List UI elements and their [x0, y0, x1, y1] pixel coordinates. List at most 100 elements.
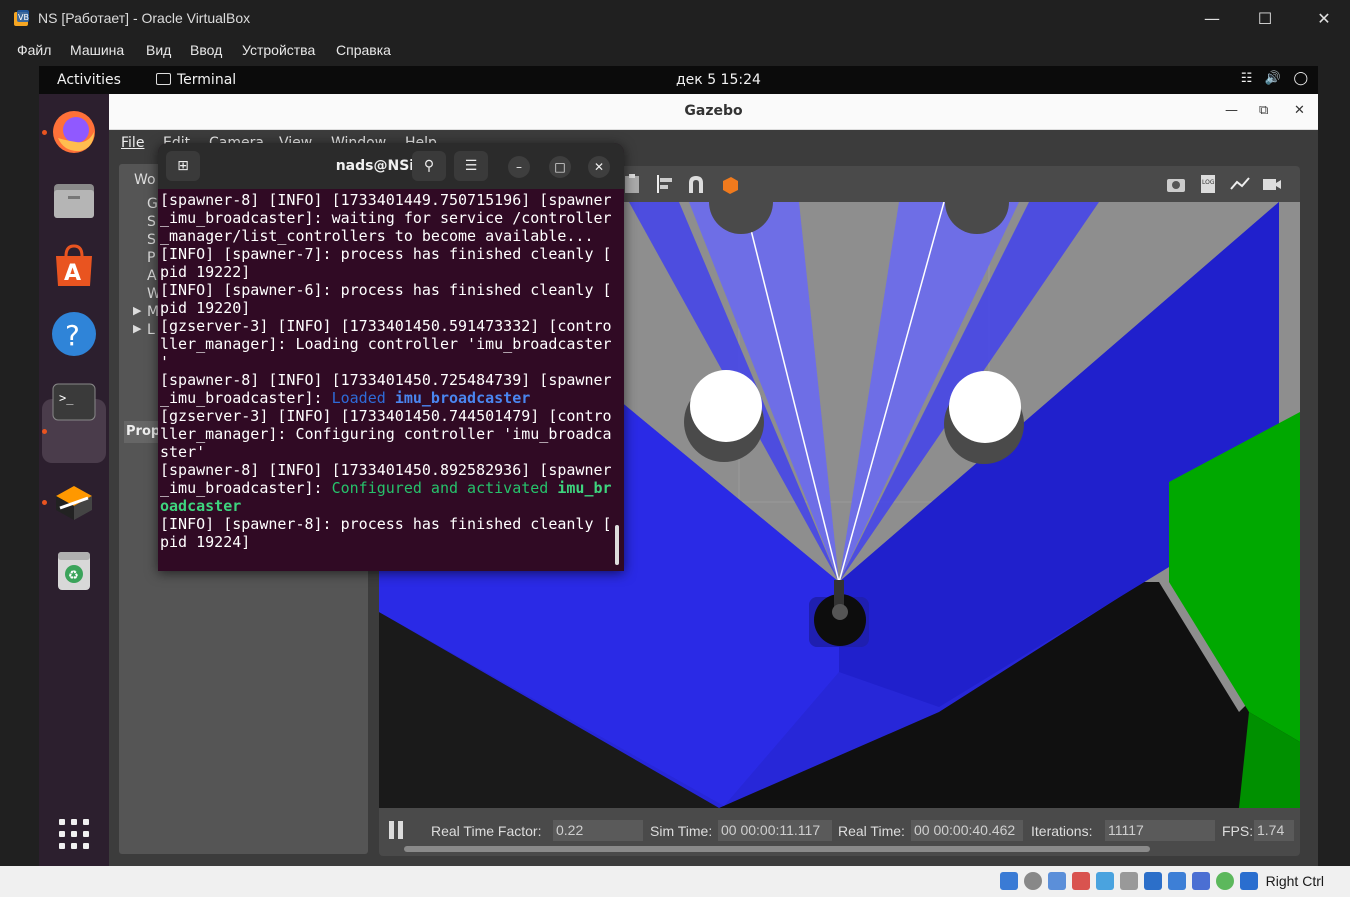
hamburger-menu-icon[interactable]: ☰ [454, 151, 488, 181]
recording-icon[interactable] [1168, 872, 1186, 890]
horizontal-scrollbar[interactable] [404, 846, 1150, 852]
audio-icon[interactable] [1048, 872, 1066, 890]
volume-icon: 🔊 [1264, 71, 1282, 86]
system-tray[interactable]: ☷ 🔊 ◯ [1241, 71, 1308, 86]
firefox-icon[interactable] [50, 108, 98, 156]
terminal-line: [spawner-8] [INFO] [1733401450.892582936… [160, 461, 612, 479]
terminal-line: _imu_broadcaster]: Loaded imu_broadcaste… [160, 389, 612, 407]
virtualization-icon[interactable] [1192, 872, 1210, 890]
virtualbox-titlebar: VB NS [Работает] - Oracle VirtualBox — ☐… [0, 0, 1350, 38]
trash-icon[interactable]: ♻ [50, 546, 98, 594]
configured-controller-name-cont: oadcaster [160, 497, 242, 515]
svg-text:LOG: LOG [1202, 179, 1215, 186]
terminal-line: pid 19224] [160, 533, 251, 551]
terminal-line: _manager/list_controllers to become avai… [160, 227, 594, 245]
terminal-line: [spawner-8] [INFO] [1733401450.725484739… [160, 371, 612, 389]
loaded-controller-name: imu_broadcaster [394, 389, 531, 407]
activities-button[interactable]: Activities [57, 72, 121, 88]
display-icon[interactable] [1144, 872, 1162, 890]
terminal-line: [gzserver-3] [INFO] [1733401450.59147333… [160, 317, 612, 335]
menu-file[interactable]: Файл [17, 42, 51, 58]
help-icon[interactable]: ? [50, 310, 98, 358]
minimize-button[interactable]: — [1200, 8, 1224, 30]
log-icon[interactable]: LOG [1197, 173, 1219, 195]
terminal-line: oadcaster [160, 497, 612, 515]
virtualbox-statusbar: Right Ctrl [0, 866, 1350, 897]
screenshot-icon[interactable] [1165, 173, 1187, 195]
svg-text:♻: ♻ [68, 568, 79, 582]
sim-time-value: 00 00:00:11.117 [718, 820, 832, 841]
sublime-icon[interactable] [50, 478, 98, 526]
terminal-maximize-button[interactable]: □ [549, 156, 571, 178]
tree-item[interactable]: S [147, 214, 156, 230]
menu-help[interactable]: Справка [336, 42, 391, 58]
plot-icon[interactable] [1229, 173, 1251, 195]
expand-arrow-icon[interactable]: ▶ [133, 304, 141, 317]
snap-icon[interactable] [685, 173, 707, 195]
host-key-label: Right Ctrl [1265, 873, 1324, 889]
world-tab[interactable]: Wo [134, 172, 156, 188]
terminal-line: ller_manager]: Configuring controller 'i… [160, 425, 612, 443]
view-angle-icon[interactable] [719, 173, 741, 195]
svg-text:VB: VB [18, 13, 29, 22]
search-icon[interactable]: ⚲ [412, 151, 446, 181]
files-icon[interactable] [50, 176, 98, 224]
iterations-label: Iterations: [1031, 823, 1093, 839]
app-center-icon[interactable]: A [50, 242, 98, 290]
terminal-icon [156, 73, 171, 85]
usb-icon[interactable] [1096, 872, 1114, 890]
svg-text:A: A [64, 261, 81, 286]
terminal-headerbar: ⊞ nads@NSib: ~ ⚲ ☰ – □ ✕ [158, 143, 624, 189]
terminal-close-button[interactable]: ✕ [588, 156, 610, 178]
expand-arrow-icon[interactable]: ▶ [133, 322, 141, 335]
network-icon: ☷ [1240, 71, 1253, 86]
menu-input[interactable]: Ввод [190, 42, 222, 58]
shared-folders-icon[interactable] [1120, 872, 1138, 890]
real-time-value: 00 00:00:40.462 [911, 820, 1023, 841]
terminal-scrollbar[interactable] [615, 525, 619, 565]
gazebo-close-button[interactable]: ✕ [1294, 103, 1305, 118]
tree-item[interactable]: L [147, 322, 155, 338]
gnome-topbar: Activities Terminal дек 5 15:24 ☷ 🔊 ◯ [39, 66, 1318, 94]
tree-item[interactable]: P [147, 250, 155, 266]
terminal-line: _imu_broadcaster]: waiting for service /… [160, 209, 612, 227]
terminal-line: ' [160, 353, 170, 371]
network-adapter-icon[interactable] [1072, 872, 1090, 890]
terminal-minimize-button[interactable]: – [508, 156, 530, 178]
rtf-label: Real Time Factor: [431, 823, 542, 839]
svg-text:?: ? [65, 319, 80, 352]
gazebo-menu-file[interactable]: File [121, 135, 144, 151]
keyboard-capture-icon[interactable] [1240, 872, 1258, 890]
app-menu[interactable]: Terminal [156, 72, 236, 88]
line-prefix: _imu_broadcaster]: [160, 389, 332, 407]
tree-item[interactable]: S [147, 232, 156, 248]
terminal-line: [INFO] [spawner-7]: process has finished… [160, 245, 612, 263]
fps-label: FPS: [1222, 823, 1254, 839]
close-button[interactable]: ✕ [1312, 8, 1336, 30]
terminal-output[interactable]: [spawner-8] [INFO] [1733401449.750715196… [160, 191, 612, 567]
tree-item[interactable]: G [147, 196, 158, 212]
running-indicator [42, 500, 47, 505]
virtualbox-menubar: Файл Машина Вид Ввод Устройства Справка [0, 38, 1350, 66]
align-icon[interactable] [655, 173, 677, 195]
gazebo-minimize-button[interactable]: — [1225, 103, 1238, 118]
fps-value: 1.74 [1254, 820, 1294, 841]
menu-machine[interactable]: Машина [70, 42, 124, 58]
harddisk-icon[interactable] [1000, 872, 1018, 890]
gazebo-restore-button[interactable]: ⧉ [1259, 103, 1268, 118]
video-record-icon[interactable] [1261, 173, 1283, 195]
menu-devices[interactable]: Устройства [242, 42, 315, 58]
app-menu-label: Terminal [177, 72, 237, 88]
virtualbox-app-icon: VB [14, 10, 29, 26]
app-grid-icon[interactable] [50, 810, 98, 858]
maximize-button[interactable]: ☐ [1253, 8, 1277, 30]
clock[interactable]: дек 5 15:24 [676, 72, 761, 88]
tree-item[interactable]: A [147, 268, 157, 284]
guest-additions-icon[interactable] [1216, 872, 1234, 890]
sim-time-label: Sim Time: [650, 823, 713, 839]
optical-drive-icon[interactable] [1024, 872, 1042, 890]
terminal-icon[interactable]: >_ [50, 378, 98, 426]
menu-view[interactable]: Вид [146, 42, 171, 58]
paste-icon[interactable] [621, 173, 643, 195]
pause-button[interactable] [389, 821, 403, 839]
